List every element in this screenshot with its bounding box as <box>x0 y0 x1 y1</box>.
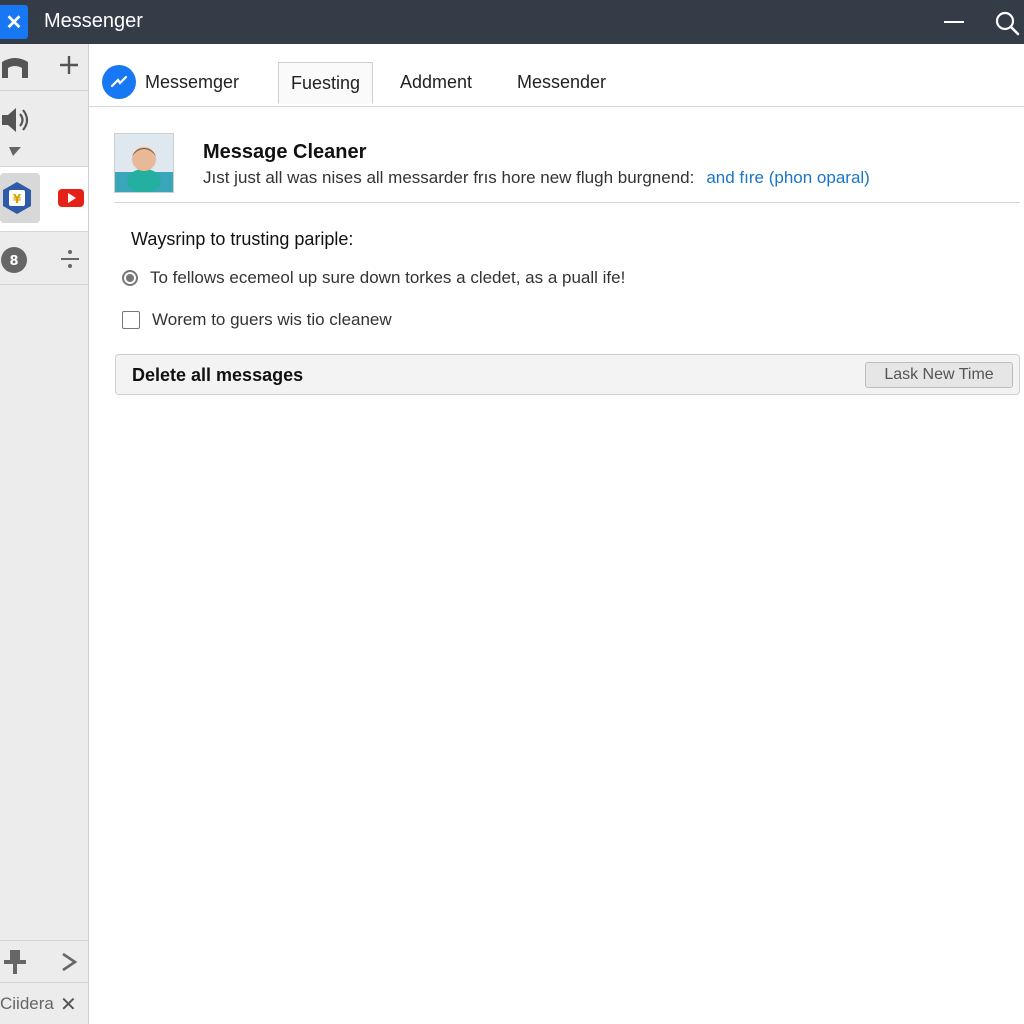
window-title: Messenger <box>44 10 143 32</box>
delete-all-bar: Delete all messages Lask New Time <box>115 354 1020 395</box>
svg-text:8: 8 <box>9 254 18 269</box>
sidebar-close-icon[interactable]: ✕ <box>60 992 77 1017</box>
tab-addment[interactable]: Addment <box>400 62 472 106</box>
delete-all-label: Delete all messages <box>132 365 304 385</box>
sidebar-item-speaker[interactable] <box>0 91 88 167</box>
checkbox-option[interactable]: Worem to guers wis tio cleanew <box>122 310 392 330</box>
radio-option[interactable]: To fellows ecemeol up sure down torkes a… <box>122 268 625 288</box>
messenger-logo-icon <box>102 65 136 99</box>
section-title: Waysrinp to trusting pariple: <box>131 229 354 249</box>
pin-icon[interactable] <box>4 950 26 974</box>
page-title: Message Cleaner <box>203 141 367 163</box>
tab-bar: Messemger Fuesting Addment Messender <box>89 44 1024 107</box>
checkbox[interactable] <box>122 311 140 329</box>
tab-messemger[interactable]: Messemger <box>145 62 239 106</box>
bridge-icon <box>2 58 28 78</box>
coin-icon: 8 <box>1 247 27 273</box>
sidebar-bottom-label: Ciidera <box>0 994 54 1013</box>
header-description-text: Jıst just all was nises all messarder fr… <box>203 168 695 187</box>
close-x-icon[interactable]: ✕ <box>0 5 28 39</box>
header-divider <box>114 202 1020 203</box>
speaker-icon <box>2 108 29 132</box>
avatar <box>114 133 174 193</box>
small-arrow-icon <box>9 147 21 156</box>
tab-messender[interactable]: Messender <box>517 62 606 106</box>
sidebar-item-coin[interactable]: 8 <box>0 232 88 285</box>
checkbox-option-label: Worem to guers wis tio cleanew <box>152 310 392 329</box>
minimize-icon[interactable] <box>944 21 964 23</box>
chevron-right-icon[interactable] <box>60 952 78 972</box>
badge-app-icon: ¥ <box>3 182 31 214</box>
header-link[interactable]: and fıre (phon oparal) <box>706 168 870 187</box>
sidebar-item-bridge[interactable] <box>0 44 88 91</box>
sidebar: ¥ 8 Ciidera ✕ <box>0 44 89 1024</box>
youtube-icon[interactable] <box>58 189 84 207</box>
sidebar-divider <box>0 982 88 983</box>
header-description: Jıst just all was nises all messarder fr… <box>203 168 870 188</box>
sidebar-item-app[interactable]: ¥ <box>0 167 88 232</box>
search-icon[interactable] <box>994 10 1020 36</box>
svg-text:¥: ¥ <box>13 192 22 206</box>
plus-icon[interactable] <box>58 54 80 76</box>
radio-option-label: To fellows ecemeol up sure down torkes a… <box>150 268 626 287</box>
radio-button[interactable] <box>122 270 138 286</box>
sidebar-divider <box>0 940 88 941</box>
tab-fuesting[interactable]: Fuesting <box>278 62 374 104</box>
title-bar: ✕ Messenger <box>0 0 1024 44</box>
lask-new-time-button[interactable]: Lask New Time <box>865 362 1013 388</box>
divide-icon[interactable] <box>60 249 80 269</box>
